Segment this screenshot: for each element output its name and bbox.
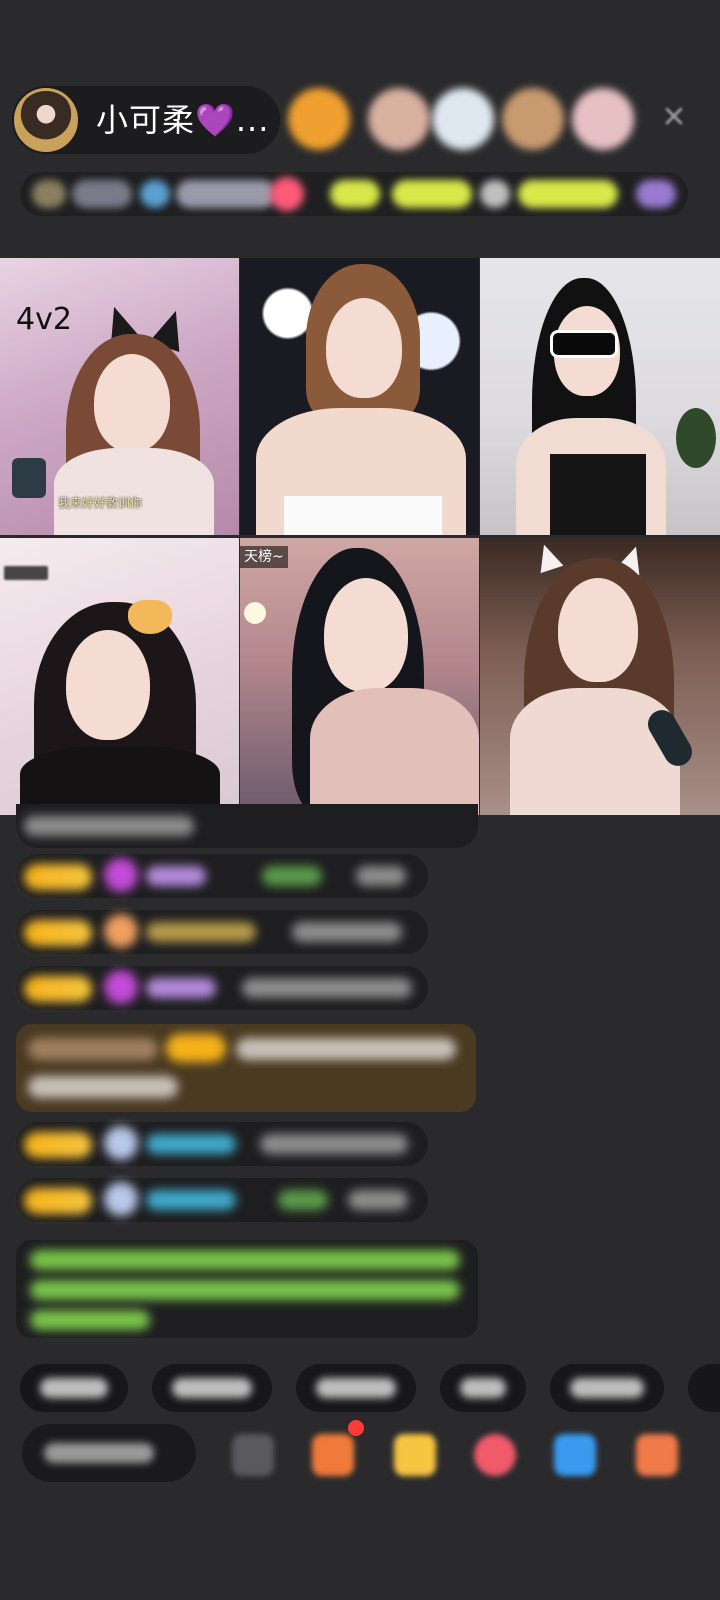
quick-reply-button[interactable] [440, 1364, 526, 1412]
share-icon[interactable] [554, 1434, 596, 1476]
chat-text [356, 866, 406, 886]
heart-icon[interactable] [474, 1434, 516, 1476]
streamer-face [324, 578, 408, 692]
chat-text [292, 922, 402, 942]
chat-text [348, 1190, 408, 1210]
fan-badge-icon [104, 858, 138, 892]
chat-text [24, 816, 194, 836]
fan-badge-icon [104, 1126, 138, 1160]
streamer-face [558, 578, 638, 682]
viewer-avatar-3[interactable] [432, 88, 494, 150]
gift-line [28, 1038, 158, 1060]
level-badge [24, 864, 92, 890]
host-info-pill[interactable]: 小可柔💜... [12, 86, 280, 154]
video-tile-6[interactable] [480, 538, 720, 815]
cat-ears-decor [532, 540, 564, 574]
gift-line [236, 1038, 456, 1060]
streamer-face [94, 354, 170, 452]
quick-reply-button[interactable] [550, 1364, 664, 1412]
streamer-face [66, 630, 150, 740]
host-avatar[interactable] [14, 88, 78, 152]
banner-chip [330, 180, 380, 208]
chat-username[interactable] [146, 922, 256, 942]
system-notice [16, 1240, 478, 1338]
overlay-caption: 我来好好教训你 [58, 496, 143, 510]
banner-chip [176, 180, 276, 208]
chat-text [262, 866, 322, 886]
chat-username[interactable] [146, 978, 216, 998]
quick-reply-button[interactable] [20, 1364, 128, 1412]
video-tile-2[interactable] [240, 258, 479, 535]
quick-reply-button[interactable] [152, 1364, 272, 1412]
notice-line [30, 1310, 150, 1330]
notice-line [30, 1280, 460, 1300]
banner-chip [392, 180, 472, 208]
battle-mode-label: 4v2 [16, 302, 72, 337]
chat-message[interactable] [16, 1178, 428, 1222]
chat-bubble-decor [12, 458, 46, 498]
quick-reply-button[interactable] [296, 1364, 416, 1412]
video-tile-5[interactable]: 天榜~ [240, 538, 479, 815]
streamer-body [510, 688, 680, 815]
viewer-avatar-2[interactable] [368, 88, 430, 150]
top-garment [550, 454, 646, 535]
gift-line [28, 1076, 178, 1098]
chat-message[interactable] [16, 910, 428, 954]
viewer-avatar-4[interactable] [502, 88, 564, 150]
video-tile-4[interactable] [0, 538, 239, 815]
chat-username[interactable] [146, 866, 206, 886]
more-games-icon[interactable] [636, 1434, 678, 1476]
gift-box-icon[interactable] [312, 1434, 354, 1476]
streamer-body [54, 448, 214, 535]
banner-chip[interactable] [636, 180, 676, 208]
notification-dot [348, 1420, 364, 1436]
level-badge [24, 976, 92, 1002]
gift-badge [166, 1034, 226, 1062]
chat-text [242, 978, 412, 998]
banner-chip [480, 180, 510, 208]
video-grid: 4v2 我来好好教训你 天榜~ [0, 258, 720, 816]
streamer-tag [4, 566, 48, 580]
fox-hairclip [128, 600, 172, 634]
fan-badge-icon [104, 970, 138, 1004]
level-badge [24, 1132, 92, 1158]
video-tile-3[interactable] [480, 258, 720, 535]
viewer-avatar-1[interactable] [288, 88, 350, 150]
banner-chip [518, 180, 618, 208]
streamer-body [310, 688, 479, 815]
streamer-face [326, 298, 402, 398]
chat-text [260, 1134, 408, 1154]
sunglasses [550, 330, 618, 358]
plant-decor [676, 408, 716, 468]
chat-message[interactable] [16, 854, 428, 898]
chat-message[interactable] [16, 1122, 428, 1166]
video-tile-1[interactable]: 4v2 我来好好教训你 [0, 258, 239, 535]
chat-message[interactable] [16, 966, 428, 1010]
viewer-avatar-5[interactable] [572, 88, 634, 150]
treasure-chest-icon[interactable] [394, 1434, 436, 1476]
host-name: 小可柔💜... [96, 101, 270, 139]
chat-bubble-icon[interactable] [232, 1434, 274, 1476]
chat-message-system [16, 804, 478, 848]
chat-text [278, 1190, 328, 1210]
gift-message-box[interactable] [16, 1024, 476, 1112]
quick-reply-button[interactable] [688, 1364, 720, 1412]
chat-username[interactable] [146, 1134, 236, 1154]
level-badge [24, 920, 92, 946]
close-icon[interactable]: ✕ [656, 100, 692, 136]
chat-input-field[interactable] [22, 1424, 196, 1482]
lamp-decor [244, 602, 266, 624]
banner-chip[interactable] [32, 180, 66, 208]
level-badge [24, 1188, 92, 1214]
fan-badge-icon [104, 1182, 138, 1216]
chat-username[interactable] [146, 1190, 236, 1210]
fan-badge-icon [104, 914, 138, 948]
banner-chip [72, 180, 132, 208]
activity-banner-row[interactable] [20, 172, 688, 216]
rank-tag: 天榜~ [240, 546, 288, 568]
banner-chip[interactable] [140, 180, 170, 208]
top-garment [284, 496, 442, 535]
notice-line [30, 1250, 460, 1270]
banner-chip[interactable] [270, 177, 304, 211]
